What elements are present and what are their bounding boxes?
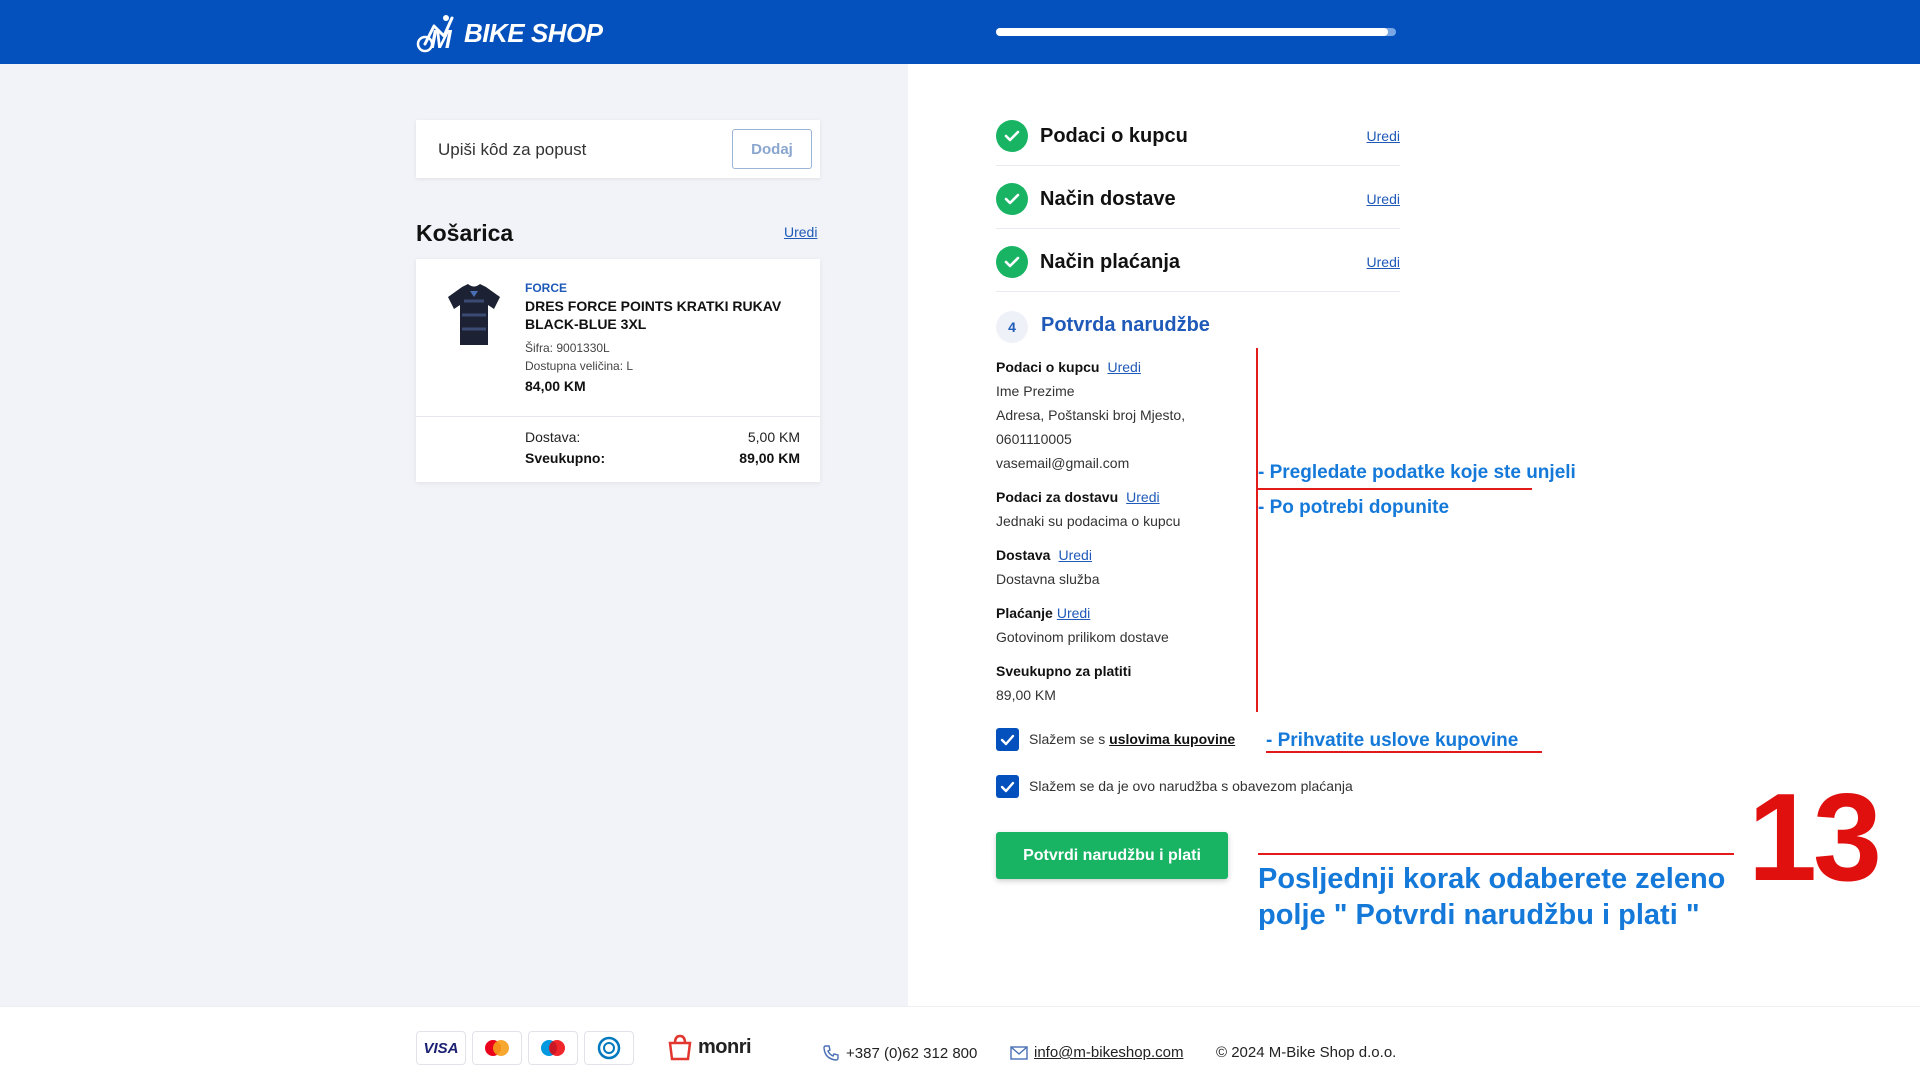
buyer-phone: 0601110005 bbox=[996, 431, 1072, 447]
cart-title: Košarica bbox=[416, 220, 514, 246]
total-label: Sveukupno: bbox=[525, 450, 606, 466]
annotation-line bbox=[1256, 348, 1258, 712]
buyer-edit-link[interactable]: Uredi bbox=[1107, 359, 1140, 375]
obligation-checkbox[interactable] bbox=[996, 775, 1019, 798]
phone-icon bbox=[823, 1045, 839, 1061]
buyer-email: vasemail@gmail.com bbox=[996, 455, 1130, 471]
jersey-image bbox=[448, 284, 500, 345]
annotation-step-number: 13 bbox=[1748, 769, 1882, 907]
checkout-progress-bar bbox=[996, 28, 1396, 36]
footer-email[interactable]: info@m-bikeshop.com bbox=[1010, 1044, 1183, 1061]
header-bar: M BIKE SHOP bbox=[0, 0, 1920, 64]
diners-club-icon bbox=[584, 1031, 634, 1065]
add-discount-button[interactable]: Dodaj bbox=[732, 129, 812, 169]
step-confirmation-title: Potvrda narudžbe bbox=[1041, 314, 1210, 336]
payment-edit-link[interactable]: Uredi bbox=[1057, 605, 1090, 621]
divider bbox=[416, 416, 820, 417]
monri-logo: monri bbox=[666, 1033, 752, 1061]
step-label: Način plaćanja bbox=[1040, 251, 1181, 273]
buyer-data-title: Podaci o kupcu Uredi bbox=[996, 359, 1141, 375]
check-circle-icon bbox=[996, 183, 1028, 215]
step-delivery-method: Način dostave Uredi bbox=[996, 167, 1400, 229]
svg-text:M: M bbox=[430, 24, 453, 54]
visa-card-icon: VISA bbox=[416, 1031, 466, 1065]
product-brand: FORCE bbox=[525, 281, 567, 295]
product-name[interactable]: DRES FORCE POINTS KRATKI RUKAV BLACK-BLU… bbox=[525, 297, 805, 333]
logo-text: BIKE SHOP bbox=[464, 17, 603, 48]
shipping-value: 5,00 KM bbox=[747, 429, 800, 445]
product-sku: Šifra: 9001330L bbox=[525, 341, 610, 355]
grand-total-title: Sveukupno za platiti bbox=[996, 663, 1132, 679]
delivery-edit-link[interactable]: Uredi bbox=[1058, 547, 1091, 563]
step-edit-link[interactable]: Uredi bbox=[1367, 191, 1400, 207]
mail-icon bbox=[1010, 1045, 1028, 1060]
discount-code-input[interactable]: Upiši kôd za popust bbox=[438, 140, 586, 160]
annotation-complete: - Po potrebi dopunite bbox=[1258, 497, 1450, 518]
total-value: 89,00 KM bbox=[739, 450, 800, 466]
step-number-badge: 4 bbox=[996, 311, 1028, 343]
confirm-order-button[interactable]: Potvrdi narudžbu i plati bbox=[996, 832, 1228, 879]
shopping-bag-icon bbox=[668, 1034, 692, 1061]
logo[interactable]: M BIKE SHOP bbox=[416, 12, 603, 54]
grand-total-value: 89,00 KM bbox=[996, 687, 1056, 703]
maestro-icon bbox=[528, 1031, 578, 1065]
cart-panel bbox=[0, 64, 908, 1006]
annotation-underline bbox=[1258, 853, 1734, 855]
annotation-review: - Pregledate podatke koje ste unjeli bbox=[1258, 462, 1576, 483]
payment-value: Gotovinom prilikom dostave bbox=[996, 629, 1169, 645]
step-buyer-data: Podaci o kupcu Uredi bbox=[996, 104, 1400, 166]
step-payment-method: Način plaćanja Uredi bbox=[996, 230, 1400, 292]
shipping-label: Dostava: bbox=[525, 429, 581, 445]
step-edit-link[interactable]: Uredi bbox=[1367, 254, 1400, 270]
payment-title: Plaćanje Uredi bbox=[996, 605, 1091, 621]
annotation-final-step: Posljednji korak odaberete zeleno polje … bbox=[1258, 863, 1726, 931]
annotation-underline bbox=[1266, 751, 1542, 753]
product-price: 84,00 KM bbox=[525, 378, 586, 394]
discount-code-box: Upiši kôd za popust Dodaj bbox=[416, 120, 820, 178]
terms-checkbox[interactable] bbox=[996, 728, 1019, 751]
footer: VISA monri +387 (0)62 312 800 info@m-bik… bbox=[0, 1006, 1920, 1080]
delivery-value: Dostavna služba bbox=[996, 571, 1100, 587]
product-size: Dostupna veličina: L bbox=[525, 359, 634, 373]
delivery-data-value: Jednaki su podacima o kupcu bbox=[996, 513, 1181, 529]
step-edit-link[interactable]: Uredi bbox=[1367, 128, 1400, 144]
cart-item-card: FORCE DRES FORCE POINTS KRATKI RUKAV BLA… bbox=[416, 259, 820, 482]
cart-edit-link[interactable]: Uredi bbox=[784, 224, 817, 240]
mastercard-icon bbox=[472, 1031, 522, 1065]
terms-link[interactable]: uslovima kupovine bbox=[1109, 731, 1235, 747]
delivery-data-title: Podaci za dostavu Uredi bbox=[996, 489, 1160, 505]
annotation-underline bbox=[1258, 488, 1532, 490]
bike-logo-icon: M bbox=[416, 15, 454, 54]
progress-fill bbox=[996, 28, 1388, 36]
delivery-data-edit-link[interactable]: Uredi bbox=[1126, 489, 1159, 505]
footer-copyright: © 2024 M-Bike Shop d.o.o. bbox=[1216, 1044, 1397, 1061]
check-circle-icon bbox=[996, 246, 1028, 278]
buyer-address: Adresa, Poštanski broj Mjesto, bbox=[996, 407, 1186, 423]
step-label: Podaci o kupcu bbox=[1040, 125, 1188, 147]
delivery-title: Dostava Uredi bbox=[996, 547, 1092, 563]
annotation-accept: - Prihvatite uslove kupovine bbox=[1266, 730, 1519, 751]
footer-phone[interactable]: +387 (0)62 312 800 bbox=[822, 1044, 977, 1062]
obligation-label: Slažem se da je ovo narudžba s obavezom … bbox=[1029, 778, 1353, 794]
check-circle-icon bbox=[996, 120, 1028, 152]
buyer-name: Ime Prezime bbox=[996, 383, 1075, 399]
terms-label: Slažem se s uslovima kupovine bbox=[1029, 731, 1236, 747]
step-label: Način dostave bbox=[1040, 188, 1176, 210]
